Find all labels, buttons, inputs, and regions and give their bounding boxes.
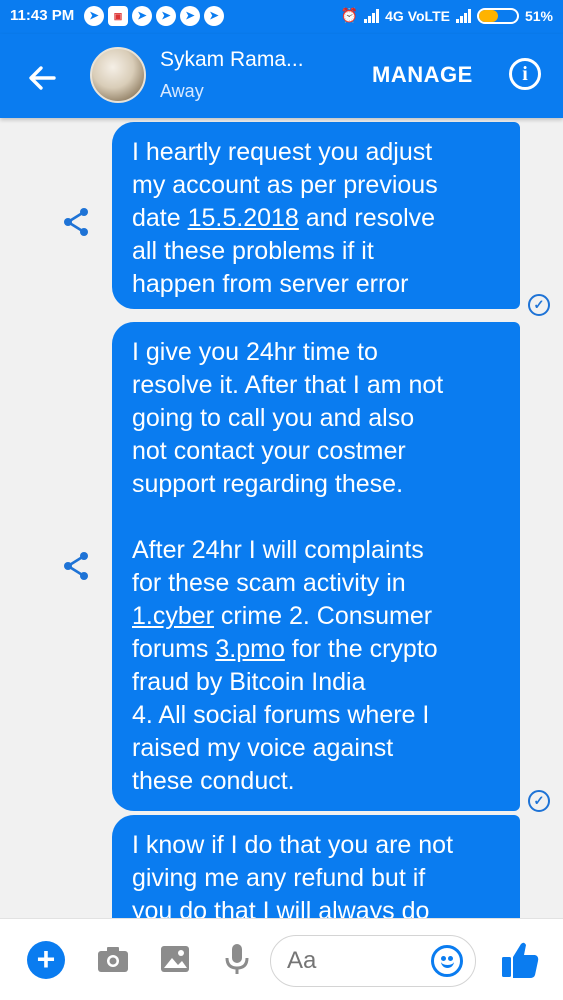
conversation-header: Sykam Rama... Away MANAGE i <box>0 34 563 118</box>
message-line: happen from server error <box>132 268 502 301</box>
message-input-pill[interactable] <box>270 935 476 987</box>
notification-icons: ➤ ▣ ➤ ➤ ➤ ➤ <box>84 6 224 28</box>
signal-icon-2 <box>455 8 471 23</box>
contact-name[interactable]: Sykam Rama... <box>160 48 304 72</box>
message-line: not contact your costmer <box>132 435 502 468</box>
message-text: happen from server error <box>132 270 409 298</box>
image-icon[interactable] <box>157 941 193 977</box>
message-line: I give you 24hr time to <box>132 336 502 369</box>
message-text: resolve it. After that I am not <box>132 371 444 399</box>
message-text: for these scam activity in <box>132 569 406 597</box>
message-text: and resolve <box>298 204 436 232</box>
telegram-icon: ➤ <box>156 6 176 26</box>
message-line: these conduct. <box>132 765 502 798</box>
telegram-icon: ➤ <box>180 6 200 26</box>
share-icon[interactable] <box>60 206 92 238</box>
telegram-icon: ➤ <box>84 6 104 26</box>
message-text: forums <box>132 635 216 663</box>
message-text: all these problems if it <box>132 237 374 265</box>
battery-fill <box>478 9 499 22</box>
read-receipt-icon: ✓ <box>528 790 550 812</box>
message-line: support regarding these. <box>132 468 502 501</box>
contact-status: Away <box>160 81 204 101</box>
message-text: After 24hr I will complaints <box>132 536 424 564</box>
message-bubble[interactable]: I give you 24hr time to resolve it. After… <box>112 322 520 811</box>
back-arrow-icon[interactable] <box>22 58 62 98</box>
message-text: giving me any refund but if <box>132 864 426 892</box>
message-line: fraud by Bitcoin India <box>132 666 502 699</box>
message-text: going to call you and also <box>132 404 415 432</box>
message-bubble[interactable]: I heartly request you adjust my account a… <box>112 122 520 309</box>
message-line: giving me any refund but if <box>132 862 502 895</box>
composer-bar: + <box>0 918 563 1000</box>
message-link[interactable]: 15.5.2018 <box>188 204 299 232</box>
status-time: 11:43 PM <box>10 7 75 24</box>
message-text: my account as per previous <box>132 171 438 199</box>
microphone-icon[interactable] <box>219 941 255 977</box>
message-line: all these problems if it <box>132 235 502 268</box>
message-line: I heartly request you adjust <box>132 136 502 169</box>
message-text: for the crypto <box>284 635 438 663</box>
signal-icon <box>364 8 380 23</box>
battery-label: 51% <box>524 7 553 24</box>
battery-icon <box>476 7 519 24</box>
read-receipt-icon: ✓ <box>528 294 550 316</box>
network-label: 4G VoLTE <box>385 7 450 24</box>
message-line: 4. All social forums where I <box>132 699 502 732</box>
message-line: I know if I do that you are not <box>132 829 502 862</box>
message-link[interactable]: 1.cyber <box>132 602 214 630</box>
message-text: I give you 24hr time to <box>132 338 378 366</box>
message-line <box>132 501 502 534</box>
info-icon[interactable]: i <box>509 58 541 90</box>
telegram-icon: ➤ <box>204 6 224 26</box>
message-line: my account as per previous <box>132 169 502 202</box>
emoji-smile <box>441 961 454 968</box>
message-text: I know if I do that you are not <box>132 831 454 859</box>
message-text: date <box>132 204 188 232</box>
message-text: crime 2. Consumer <box>213 602 433 630</box>
message-text: 4. All social forums where I <box>132 701 430 729</box>
message-line: going to call you and also <box>132 402 502 435</box>
message-text: these conduct. <box>132 767 295 795</box>
avatar[interactable] <box>90 47 146 103</box>
message-line: resolve it. After that I am not <box>132 369 502 402</box>
camera-icon[interactable] <box>95 941 131 977</box>
message-input[interactable] <box>287 946 427 976</box>
message-line: for these scam activity in <box>132 567 502 600</box>
message-link[interactable]: 3.pmo <box>215 635 284 663</box>
message-text: fraud by Bitcoin India <box>132 668 366 696</box>
message-text: not contact your costmer <box>132 437 406 465</box>
message-line: After 24hr I will complaints <box>132 534 502 567</box>
telegram-icon: ➤ <box>132 6 152 26</box>
status-right: ⏰ 4G VoLTE 51% <box>341 7 553 24</box>
plus-icon[interactable]: + <box>27 941 65 979</box>
alarm-icon: ⏰ <box>340 7 359 23</box>
thumbs-up-icon[interactable] <box>500 939 540 981</box>
manage-button[interactable]: MANAGE <box>372 62 473 88</box>
message-text: raised my voice against <box>132 734 394 762</box>
message-line: forums 3.pmo for the crypto <box>132 633 502 666</box>
app-icon: ▣ <box>108 6 128 26</box>
message-list[interactable]: I heartly request you adjust my account a… <box>0 118 563 940</box>
message-line: raised my voice against <box>132 732 502 765</box>
message-text: support regarding these. <box>132 470 404 498</box>
message-line: date 15.5.2018 and resolve <box>132 202 502 235</box>
message-text: I heartly request you adjust <box>132 138 433 166</box>
message-line: 1.cyber crime 2. Consumer <box>132 600 502 633</box>
emoji-icon[interactable] <box>431 945 463 977</box>
share-icon[interactable] <box>60 550 92 582</box>
status-bar: 11:43 PM ➤ ▣ ➤ ➤ ➤ ➤ ⏰ 4G VoLTE 51% <box>0 0 563 34</box>
